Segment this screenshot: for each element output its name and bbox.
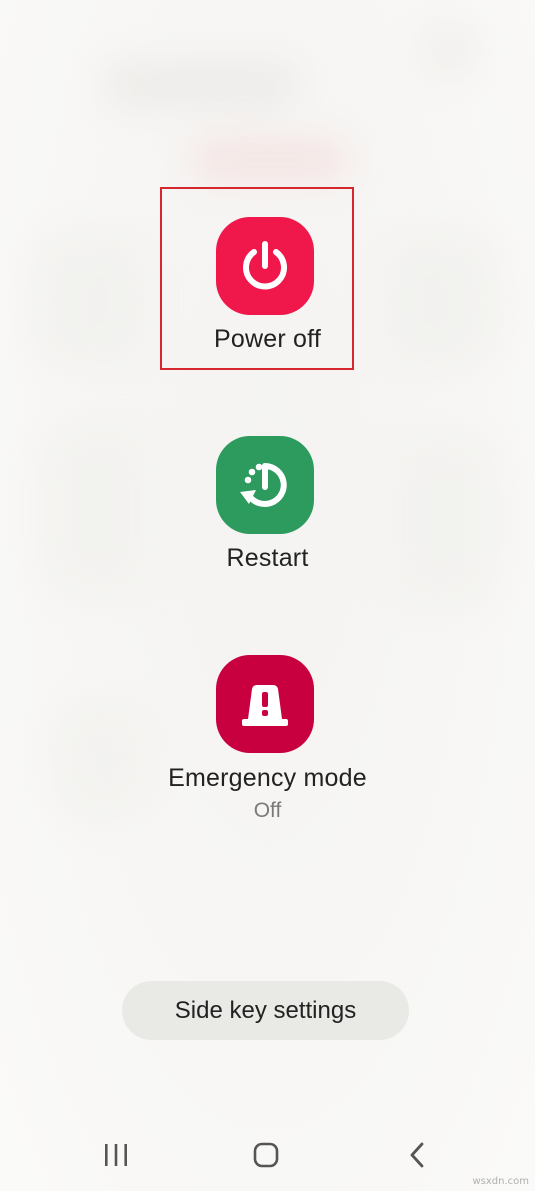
back-button[interactable] [398, 1135, 438, 1175]
background-blur [40, 420, 150, 600]
background-blur [190, 140, 350, 180]
restart-label: Restart [226, 544, 309, 572]
home-button[interactable] [246, 1135, 286, 1175]
recents-button[interactable] [96, 1135, 136, 1175]
emergency-siren-icon [242, 685, 288, 726]
emergency-mode-status: Off [253, 799, 282, 822]
restart-icon [240, 463, 287, 507]
background-blur [100, 60, 300, 110]
background-blur [420, 20, 480, 80]
highlight-box [160, 187, 354, 370]
recents-icon [105, 1144, 127, 1166]
back-icon [410, 1142, 424, 1168]
side-key-settings-button[interactable]: Side key settings [122, 981, 409, 1040]
watermark: wsxdn.com [472, 1176, 529, 1187]
background-blur [390, 430, 500, 610]
emergency-mode-button[interactable] [216, 655, 314, 753]
home-icon [253, 1142, 279, 1168]
power-menu-screen: Power off Restart Emergency mode Off Sid… [0, 0, 535, 1191]
emergency-mode-label: Emergency mode [168, 764, 367, 792]
restart-button[interactable] [216, 436, 314, 534]
